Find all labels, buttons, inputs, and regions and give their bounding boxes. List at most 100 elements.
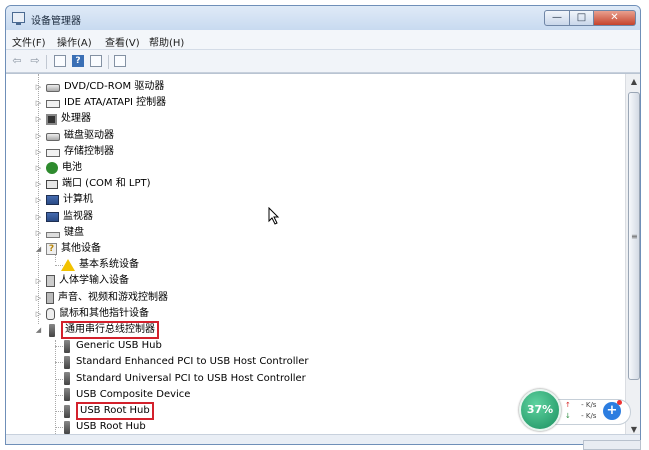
tree-item-label: 人体学输入设备: [59, 275, 129, 287]
scroll-thumb[interactable]: ≡: [628, 92, 640, 380]
expand-toggle-icon[interactable]: ◢: [34, 245, 43, 253]
upload-speed: ↑ - K/s: [565, 401, 596, 409]
monitor-icon: [46, 211, 59, 222]
tree-child-item[interactable]: Generic USB Hub: [55, 338, 162, 354]
expand-toggle-icon[interactable]: ▷: [34, 277, 43, 285]
tree-category-item[interactable]: ▷ 电池: [34, 160, 82, 176]
expand-toggle-icon[interactable]: ▷: [34, 148, 43, 156]
tree-child-item[interactable]: USB Composite Device: [55, 387, 190, 403]
tree-item-label: 键盘: [64, 226, 84, 238]
tree-category-item[interactable]: ▷ 声音、视频和游戏控制器: [34, 290, 168, 306]
tree-guide: [55, 340, 56, 436]
tree-category-item[interactable]: ▷ 处理器: [34, 111, 91, 127]
disk-drive-icon: [46, 132, 60, 141]
tree-child-item[interactable]: Standard Universal PCI to USB Host Contr…: [55, 371, 306, 387]
status-bar: [6, 434, 640, 444]
tree-guide: [55, 411, 63, 412]
tree-category-item[interactable]: ▷ IDE ATA/ATAPI 控制器: [34, 95, 166, 111]
view-icon[interactable]: [90, 55, 102, 67]
tree-category-item[interactable]: ▷ 键盘: [34, 225, 84, 241]
computer-icon: [46, 195, 59, 206]
menu-view[interactable]: 查看(V): [105, 34, 140, 49]
tree-item-label: 处理器: [61, 113, 91, 125]
expand-toggle-icon[interactable]: ▷: [34, 115, 43, 123]
storage-icon: [46, 148, 60, 157]
download-speed-value: - K/s: [581, 412, 597, 420]
upload-speed-value: - K/s: [581, 401, 597, 409]
warning-icon: [61, 259, 75, 272]
tree-item-label: 电池: [62, 162, 82, 173]
expand-toggle-icon[interactable]: ▷: [34, 213, 43, 221]
device-manager-icon: [12, 12, 25, 25]
controller-icon: [46, 100, 60, 109]
tree-item-label: 声音、视频和游戏控制器: [58, 291, 168, 303]
toolbar-separator: [108, 55, 109, 69]
menu-file[interactable]: 文件(F): [12, 34, 46, 49]
scroll-up-icon[interactable]: ▲: [626, 74, 640, 90]
help-icon[interactable]: ?: [72, 55, 84, 67]
expand-toggle-icon[interactable]: ▷: [34, 229, 43, 237]
expand-toggle-icon[interactable]: ▷: [34, 164, 43, 172]
expand-toggle-icon[interactable]: ◢: [34, 326, 43, 334]
tree-item-label: Standard Enhanced PCI to USB Host Contro…: [76, 356, 309, 368]
expand-toggle-icon[interactable]: ▷: [34, 180, 43, 188]
expand-toggle-icon[interactable]: ▷: [34, 132, 43, 140]
tree-category-item[interactable]: ▷ 鼠标和其他指针设备: [34, 306, 149, 322]
tree-item-label: 通用串行总线控制器: [61, 321, 159, 339]
sound-icon: [46, 291, 54, 304]
tree-item-label: 计算机: [63, 194, 93, 206]
tree-category-item[interactable]: ▷ 磁盘驱动器: [34, 128, 114, 144]
tree-item-label: 其他设备: [61, 243, 101, 254]
expand-toggle-icon[interactable]: ▷: [34, 310, 43, 318]
tree-item-label: DVD/CD-ROM 驱动器: [64, 81, 165, 92]
tree-child-item[interactable]: 基本系统设备: [55, 257, 139, 273]
download-arrow-icon: ↓: [565, 412, 571, 420]
memory-usage-gauge[interactable]: 37%: [519, 389, 561, 431]
expand-toggle-icon[interactable]: ▷: [34, 294, 43, 302]
usb-icon: [64, 339, 70, 353]
expand-toggle-icon[interactable]: ▷: [34, 83, 43, 91]
tree-guide: [55, 346, 63, 348]
tree-item-label: IDE ATA/ATAPI 控制器: [64, 97, 167, 109]
close-button[interactable]: ✕: [594, 10, 636, 26]
keyboard-icon: [46, 231, 60, 238]
expand-toggle-icon[interactable]: ▷: [34, 196, 43, 204]
download-speed: ↓ - K/s: [565, 412, 596, 420]
expand-toggle-icon[interactable]: ▷: [34, 99, 43, 107]
title-bar: 设备管理器 — □ ✕: [6, 6, 640, 30]
vertical-scrollbar[interactable]: ▲ ≡ ▼: [625, 74, 640, 438]
tree-category-item[interactable]: ▷ 监视器: [34, 209, 93, 225]
tree-category-item[interactable]: ▷ DVD/CD-ROM 驱动器: [34, 79, 164, 95]
tree-category-item[interactable]: ▷ 存储控制器: [34, 144, 114, 160]
menu-action[interactable]: 操作(A): [57, 34, 92, 49]
menu-help[interactable]: 帮助(H): [149, 34, 184, 49]
maximize-button[interactable]: □: [570, 10, 594, 26]
grip-icon: ≡: [631, 232, 638, 241]
upload-arrow-icon: ↑: [565, 401, 571, 409]
tree-category-item[interactable]: ◢ 通用串行总线控制器: [34, 321, 159, 339]
tree-item-label: 基本系统设备: [79, 259, 139, 271]
minimize-button[interactable]: —: [544, 10, 570, 26]
network-speed-widget[interactable]: 37% ↑ - K/s ↓ - K/s +: [519, 389, 631, 433]
toolbar: ⇦ ⇨ ?: [6, 50, 640, 73]
tree-category-item[interactable]: ▷ 端口 (COM 和 LPT): [34, 176, 151, 192]
tree-category-item[interactable]: ▷ 人体学输入设备: [34, 273, 129, 289]
tree-category-item[interactable]: ◢? 其他设备: [34, 241, 101, 257]
port-icon: [46, 179, 58, 189]
hid-icon: [46, 275, 55, 288]
tree-item-label: 鼠标和其他指针设备: [59, 307, 149, 319]
battery-icon: [46, 162, 58, 174]
tree-child-item[interactable]: USB Root Hub: [55, 402, 154, 420]
tree-category-item[interactable]: ▷ 计算机: [34, 192, 93, 208]
scan-hardware-icon[interactable]: [114, 55, 126, 67]
notification-dot: [617, 400, 622, 405]
forward-icon[interactable]: ⇨: [28, 54, 42, 68]
usb-icon: [64, 420, 70, 434]
device-tree: ▷ DVD/CD-ROM 驱动器 ▷ IDE ATA/ATAPI 控制器 ▷ 处理器 ▷ 磁盘…: [6, 74, 624, 438]
properties-icon[interactable]: [54, 55, 66, 67]
back-icon[interactable]: ⇦: [10, 54, 24, 68]
tree-child-item[interactable]: Standard Enhanced PCI to USB Host Contro…: [55, 354, 309, 370]
tree-item-label: 存储控制器: [64, 145, 114, 157]
tree-child-item[interactable]: USB Root Hub: [55, 419, 146, 435]
tree-guide: [55, 378, 63, 380]
